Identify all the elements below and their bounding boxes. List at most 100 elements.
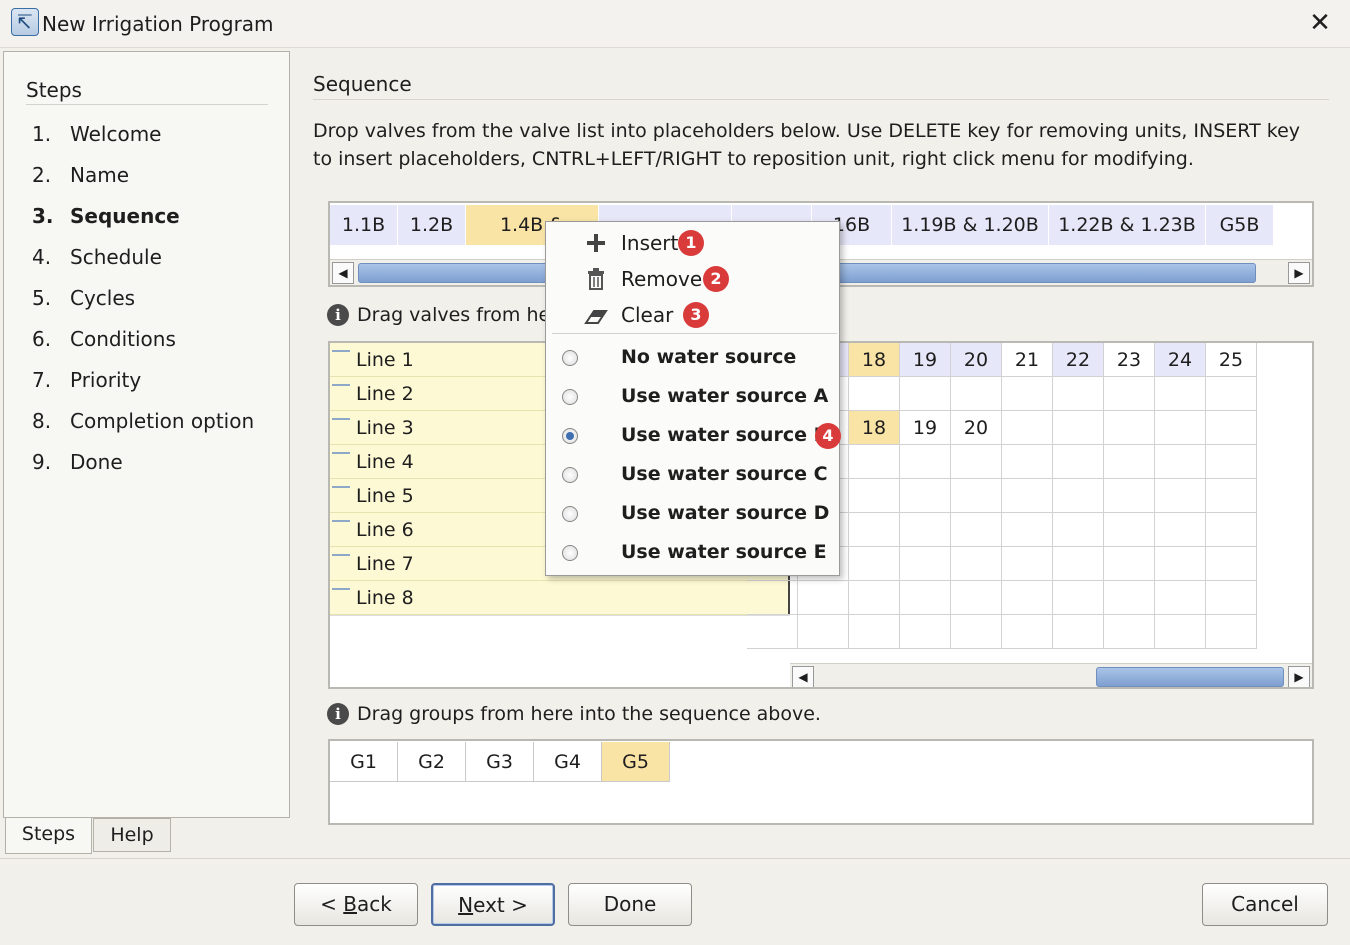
grid-cell[interactable] xyxy=(1053,547,1104,581)
grid-cell[interactable] xyxy=(849,615,900,649)
menu-item-water-source[interactable]: Use water source A xyxy=(546,377,839,416)
sequence-unit[interactable]: G5B xyxy=(1206,205,1274,245)
grid-cell[interactable] xyxy=(951,479,1002,513)
grid-scroll-thumb[interactable] xyxy=(1096,667,1284,687)
drag-handle-icon[interactable] xyxy=(332,451,350,454)
grid-cell[interactable]: 22 xyxy=(1053,343,1104,377)
sequence-unit[interactable]: 1.22B & 1.23B xyxy=(1049,205,1206,245)
grid-cell[interactable] xyxy=(1104,479,1155,513)
menu-item-water-source[interactable]: Use water source E xyxy=(546,533,839,572)
drag-handle-icon[interactable] xyxy=(332,553,350,556)
grid-cell[interactable] xyxy=(849,513,900,547)
grid-cell[interactable] xyxy=(1104,615,1155,649)
grid-cell[interactable] xyxy=(1053,411,1104,445)
drag-handle-icon[interactable] xyxy=(332,519,350,522)
grid-cell[interactable] xyxy=(1002,513,1053,547)
grid-scroll-left-icon[interactable]: ◀ xyxy=(792,666,814,687)
grid-cell[interactable] xyxy=(1155,513,1206,547)
grid-cell[interactable] xyxy=(951,581,1002,615)
grid-cell[interactable]: 18 xyxy=(849,343,900,377)
grid-cell[interactable]: 20 xyxy=(951,343,1002,377)
radio-button[interactable] xyxy=(562,506,578,522)
grid-cell[interactable] xyxy=(1002,615,1053,649)
step-item[interactable]: 7. Priority xyxy=(32,368,141,398)
grid-cell[interactable] xyxy=(1206,615,1257,649)
grid-cell[interactable] xyxy=(951,445,1002,479)
step-item[interactable]: 1. Welcome xyxy=(32,122,161,152)
group-item[interactable]: G2 xyxy=(398,742,466,782)
grid-cell[interactable] xyxy=(1104,547,1155,581)
step-item[interactable]: 4. Schedule xyxy=(32,245,162,275)
grid-cell[interactable] xyxy=(951,377,1002,411)
group-list[interactable]: G1 G2 G3 G4 G5 xyxy=(328,739,1314,825)
menu-item-water-source[interactable]: Use water source C xyxy=(546,455,839,494)
grid-cell[interactable] xyxy=(900,513,951,547)
menu-item-clear[interactable]: Clear 3 xyxy=(546,297,839,333)
grid-cell[interactable] xyxy=(1104,411,1155,445)
grid-cell[interactable] xyxy=(798,581,849,615)
grid-cell[interactable] xyxy=(849,547,900,581)
step-item[interactable]: 3. Sequence xyxy=(32,204,180,234)
grid-cell[interactable] xyxy=(747,615,798,649)
grid-cell[interactable] xyxy=(1206,445,1257,479)
menu-item-water-source[interactable]: Use water source D xyxy=(546,494,839,533)
radio-button[interactable] xyxy=(562,389,578,405)
grid-cell[interactable] xyxy=(1155,445,1206,479)
menu-item-insert[interactable]: Insert 1 xyxy=(546,225,839,261)
done-button[interactable]: Done xyxy=(568,883,692,926)
grid-cell[interactable]: 21 xyxy=(1002,343,1053,377)
grid-cell[interactable]: 19 xyxy=(900,411,951,445)
step-item[interactable]: 8. Completion option xyxy=(32,409,254,439)
grid-cell[interactable] xyxy=(849,377,900,411)
grid-cell[interactable] xyxy=(1104,513,1155,547)
grid-cell[interactable] xyxy=(951,513,1002,547)
grid-cell[interactable]: 24 xyxy=(1155,343,1206,377)
step-item[interactable]: 2. Name xyxy=(32,163,129,193)
menu-item-remove[interactable]: Remove 2 xyxy=(546,261,839,297)
back-button[interactable]: < Back xyxy=(294,883,418,926)
valve-line[interactable]: Line 8 xyxy=(330,581,790,615)
menu-item-water-source[interactable]: No water source xyxy=(546,338,839,377)
step-item[interactable]: 5. Cycles xyxy=(32,286,135,316)
step-item[interactable]: 6. Conditions xyxy=(32,327,176,357)
grid-cell[interactable] xyxy=(1104,581,1155,615)
grid-cell[interactable]: 25 xyxy=(1206,343,1257,377)
sequence-unit[interactable]: 1.1B xyxy=(330,205,398,245)
cancel-button[interactable]: Cancel xyxy=(1202,883,1328,926)
tab-help[interactable]: Help xyxy=(93,818,171,852)
grid-cell[interactable] xyxy=(1155,479,1206,513)
grid-cell[interactable] xyxy=(1206,377,1257,411)
grid-cell[interactable] xyxy=(1002,411,1053,445)
grid-cell[interactable] xyxy=(1002,581,1053,615)
radio-button[interactable] xyxy=(562,467,578,483)
grid-cell[interactable] xyxy=(900,581,951,615)
grid-cell[interactable] xyxy=(1155,411,1206,445)
grid-cell[interactable] xyxy=(951,615,1002,649)
grid-cell[interactable] xyxy=(1104,377,1155,411)
drag-handle-icon[interactable] xyxy=(332,417,350,420)
grid-cell[interactable] xyxy=(1206,547,1257,581)
group-item[interactable]: G1 xyxy=(330,742,398,782)
grid-cell[interactable] xyxy=(798,615,849,649)
grid-cell[interactable] xyxy=(900,377,951,411)
group-item[interactable]: G3 xyxy=(466,742,534,782)
grid-cell[interactable] xyxy=(1053,615,1104,649)
group-item[interactable]: G4 xyxy=(534,742,602,782)
grid-cell[interactable] xyxy=(1053,479,1104,513)
drag-handle-icon[interactable] xyxy=(332,485,350,488)
next-button[interactable]: Next > xyxy=(431,883,555,926)
grid-cell[interactable]: 20 xyxy=(951,411,1002,445)
grid-scroll-right-icon[interactable]: ▶ xyxy=(1288,666,1310,687)
radio-button[interactable] xyxy=(562,428,578,444)
grid-cell[interactable] xyxy=(900,615,951,649)
grid-cell[interactable] xyxy=(900,547,951,581)
grid-cell[interactable] xyxy=(1002,377,1053,411)
grid-cell[interactable]: 19 xyxy=(900,343,951,377)
grid-cell[interactable] xyxy=(1155,547,1206,581)
scroll-right-icon[interactable]: ▶ xyxy=(1288,262,1310,284)
grid-cell[interactable] xyxy=(849,581,900,615)
sequence-unit[interactable]: 1.2B xyxy=(398,205,466,245)
drag-handle-icon[interactable] xyxy=(332,349,350,352)
grid-cell[interactable] xyxy=(951,547,1002,581)
grid-cell[interactable] xyxy=(1104,445,1155,479)
